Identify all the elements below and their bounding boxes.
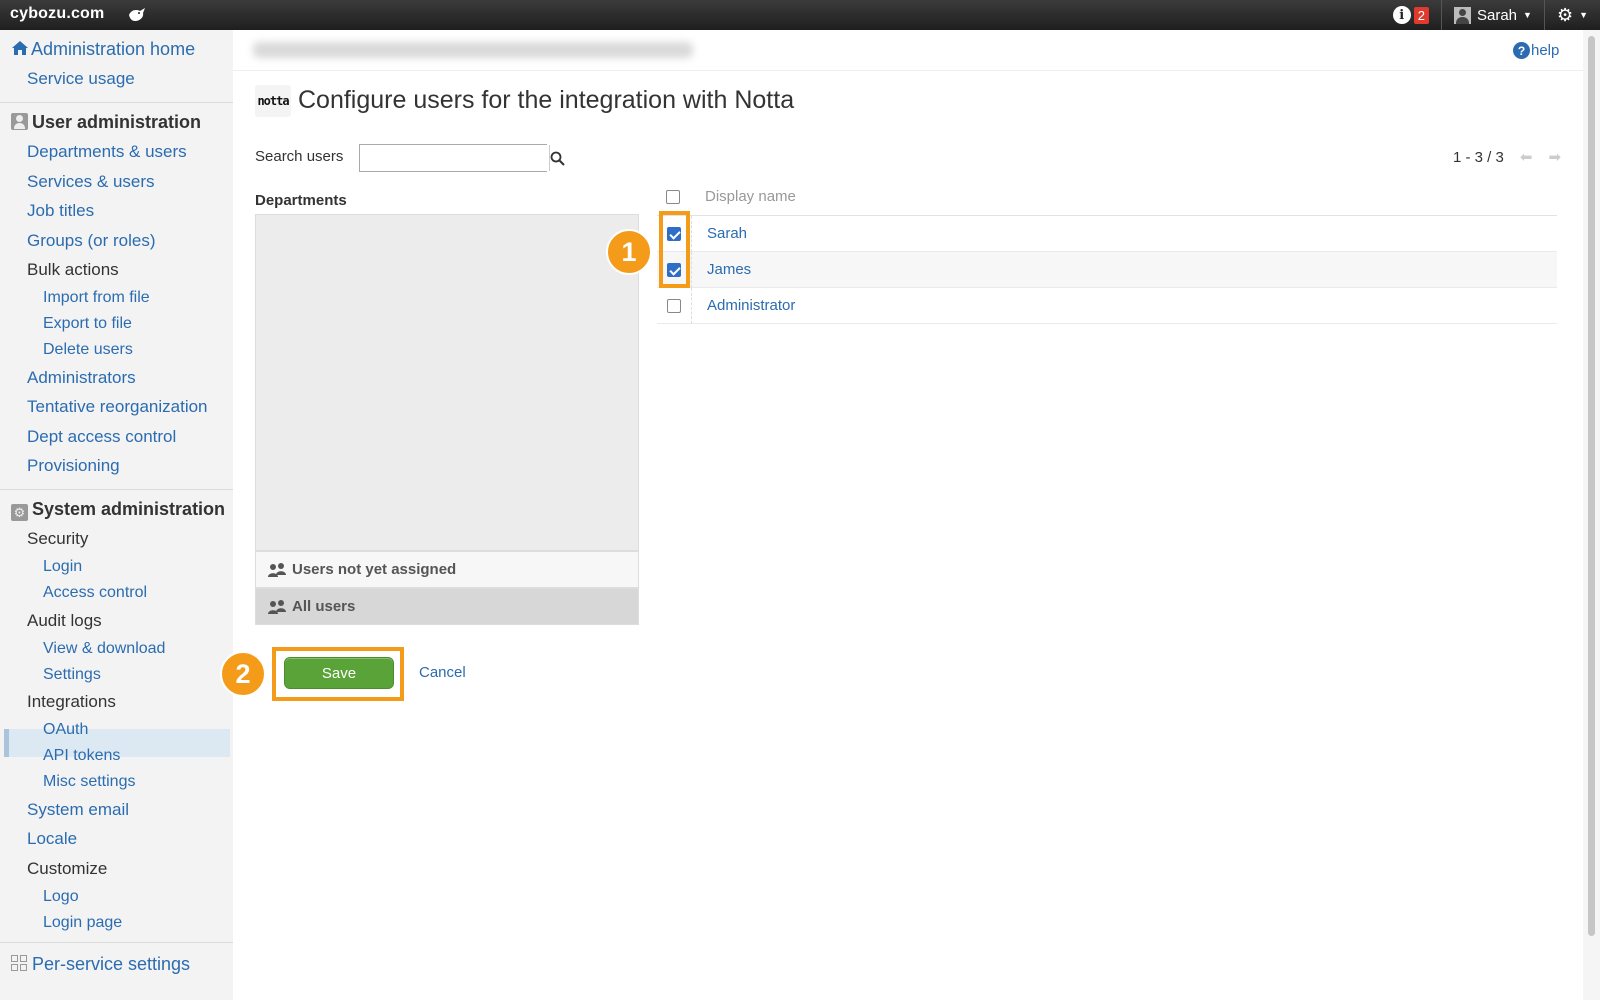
sidebar: Administration home Service usage User a… [0, 30, 233, 1000]
sidebar-item-administrators[interactable]: Administrators [27, 368, 136, 388]
sidebar-item-import-from-file[interactable]: Import from file [43, 289, 150, 307]
search-icon [550, 151, 565, 166]
info-icon: i [1392, 6, 1411, 24]
departments-tree[interactable] [255, 214, 639, 551]
user-checkbox-administrator[interactable] [667, 299, 681, 313]
sidebar-item-dept-access-control[interactable]: Dept access control [27, 427, 176, 447]
arrow-left-icon[interactable]: ⬅ [1520, 148, 1533, 166]
sidebar-divider [0, 102, 233, 103]
sidebar-item-delete-users[interactable]: Delete users [43, 341, 133, 359]
sidebar-item-administration-home[interactable]: Administration home [11, 39, 195, 60]
select-all-checkbox[interactable] [666, 190, 680, 204]
sidebar-item-logo[interactable]: Logo [43, 888, 79, 906]
column-display-name: Display name [705, 188, 796, 205]
help-icon: ? [1513, 42, 1530, 59]
notification-badge: 2 [1413, 6, 1429, 24]
sidebar-item-export-to-file[interactable]: Export to file [43, 315, 132, 333]
sidebar-divider [0, 942, 233, 943]
sidebar-item-access-control[interactable]: Access control [43, 584, 147, 602]
sidebar-item-login-page[interactable]: Login page [43, 914, 122, 932]
scrollbar-thumb[interactable] [1588, 36, 1595, 936]
chevron-down-icon: ▼ [1579, 10, 1588, 20]
users-not-yet-assigned[interactable]: Users not yet assigned [255, 551, 639, 588]
sidebar-item-login[interactable]: Login [43, 558, 82, 576]
home-icon [12, 41, 28, 55]
sidebar-label-audit-logs: Audit logs [27, 611, 102, 630]
chevron-down-icon: ▼ [1523, 10, 1532, 20]
highlight-checkboxes [659, 211, 690, 288]
grid-icon [11, 955, 28, 972]
sidebar-item-per-service-settings[interactable]: Per-service settings [11, 954, 190, 975]
sidebar-heading-user-administration: User administration [11, 112, 201, 133]
all-users[interactable]: All users [255, 588, 639, 625]
sidebar-divider [0, 489, 233, 490]
group-icon [268, 599, 286, 614]
gear-icon: ⚙ [1556, 4, 1574, 25]
user-link-james[interactable]: James [707, 261, 751, 278]
main-content: ? help notta Configure users for the inte… [220, 30, 1583, 1000]
table-row: James [657, 252, 1557, 288]
user-icon [1453, 6, 1471, 24]
user-menu[interactable]: Sarah ▼ [1440, 0, 1544, 30]
sidebar-label-customize: Customize [27, 859, 108, 878]
step-badge-2: 2 [220, 651, 266, 697]
bird-icon[interactable] [127, 6, 147, 24]
departments-title: Departments [255, 192, 347, 209]
sidebar-label-bulk-actions: Bulk actions [27, 260, 119, 279]
sidebar-item-audit-settings[interactable]: Settings [43, 666, 101, 684]
user-admin-icon [11, 113, 28, 130]
sidebar-item-misc-settings[interactable]: Misc settings [43, 773, 135, 791]
pagination: 1 - 3 / 3 ⬅ ➡ [1453, 148, 1561, 167]
sidebar-item-system-email[interactable]: System email [27, 800, 129, 820]
sidebar-label-integrations: Integrations [27, 692, 116, 711]
help-link[interactable]: ? help [1513, 42, 1559, 59]
settings-menu[interactable]: ⚙ ▼ [1543, 0, 1600, 30]
sidebar-item-view-download[interactable]: View & download [43, 640, 165, 658]
sidebar-item-groups-roles[interactable]: Groups (or roles) [27, 231, 155, 251]
cancel-link[interactable]: Cancel [419, 664, 466, 681]
sidebar-item-tentative-reorganization[interactable]: Tentative reorganization [27, 397, 208, 417]
user-link-sarah[interactable]: Sarah [707, 225, 747, 242]
redacted-breadcrumb [253, 42, 693, 58]
header-divider [233, 70, 1583, 71]
sidebar-item-departments-users[interactable]: Departments & users [27, 142, 187, 162]
sidebar-item-service-usage[interactable]: Service usage [27, 69, 135, 89]
sidebar-heading-system-administration: ⚙ System administration [11, 499, 225, 521]
sidebar-item-locale[interactable]: Locale [27, 829, 77, 849]
user-name: Sarah [1476, 6, 1518, 24]
top-bar: cybozu.com i 2 Sarah ▼ ⚙ ▼ [0, 0, 1600, 30]
search-users-box [359, 144, 565, 172]
save-button[interactable]: Save [284, 657, 394, 689]
sidebar-item-job-titles[interactable]: Job titles [27, 201, 94, 221]
sidebar-item-services-users[interactable]: Services & users [27, 172, 155, 192]
notifications-button[interactable]: i 2 [1381, 0, 1441, 30]
vertical-scrollbar[interactable] [1583, 30, 1600, 1000]
step-badge-1: 1 [606, 229, 652, 275]
group-icon [268, 562, 286, 577]
arrow-right-icon[interactable]: ➡ [1548, 148, 1561, 166]
system-admin-icon: ⚙ [11, 504, 28, 521]
sidebar-label-security: Security [27, 529, 89, 548]
user-link-administrator[interactable]: Administrator [707, 297, 795, 314]
page-title: Configure users for the integration with… [298, 86, 795, 114]
search-users-label: Search users [255, 148, 344, 165]
table-row: Sarah [657, 216, 1557, 252]
pagination-count: 1 - 3 / 3 [1453, 148, 1504, 166]
brand-logo[interactable]: cybozu.com [10, 5, 104, 23]
users-table-header: Display name [657, 180, 1557, 216]
notta-app-logo: notta [255, 85, 291, 117]
search-users-input[interactable] [360, 145, 549, 171]
search-button[interactable] [549, 145, 565, 171]
sidebar-item-provisioning[interactable]: Provisioning [27, 456, 120, 476]
table-row: Administrator [657, 288, 1557, 324]
sidebar-item-api-tokens[interactable]: API tokens [43, 747, 120, 765]
sidebar-item-oauth[interactable]: OAuth [43, 721, 88, 739]
